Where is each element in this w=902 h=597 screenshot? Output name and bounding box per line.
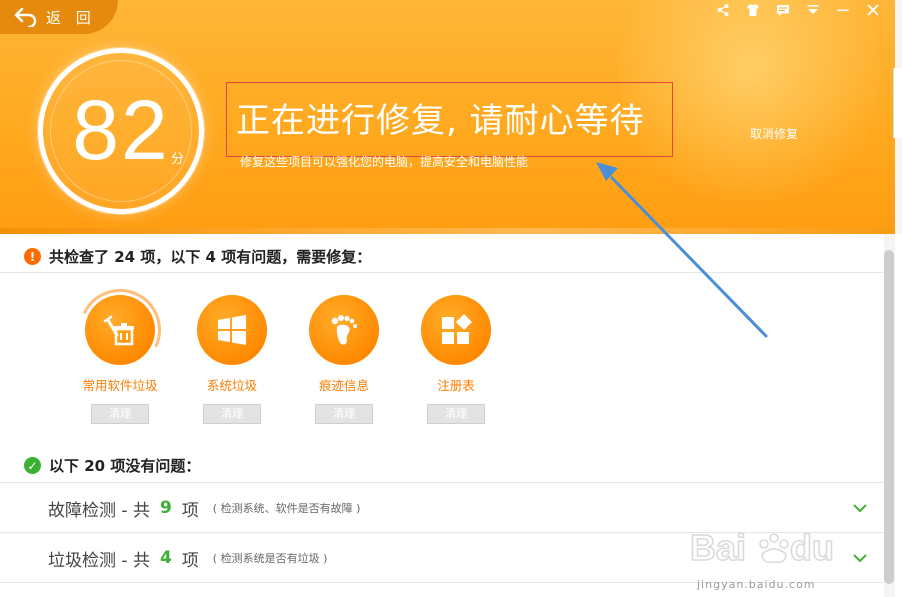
- menu-icon[interactable]: [806, 3, 820, 17]
- svg-text:du: du: [790, 527, 834, 568]
- back-label: 返 回: [46, 8, 96, 27]
- score-ring: 82 分: [38, 48, 204, 214]
- row-description: ( 检测系统、软件是否有故障 ): [212, 502, 361, 515]
- problem-item-label: 系统垃圾: [206, 378, 257, 393]
- problem-item-label: 常用软件垃圾: [82, 378, 158, 393]
- clean-button[interactable]: 清理: [427, 404, 485, 424]
- close-icon[interactable]: [866, 3, 880, 17]
- problem-item-registry[interactable]: 注册表 清理: [401, 295, 511, 424]
- problem-item-label: 注册表: [437, 378, 475, 393]
- warning-icon: !: [24, 248, 41, 265]
- windows-icon[interactable]: [197, 295, 267, 365]
- divider: [0, 482, 884, 483]
- row-unit: 项: [181, 550, 199, 571]
- app-window: 返 回 82 分 正在进行修复, 请耐心等待 修复这些项目可以强化您的电脑，提高…: [0, 0, 902, 597]
- back-button[interactable]: 返 回: [0, 0, 118, 34]
- problem-item-software[interactable]: 常用软件垃圾 清理: [65, 277, 175, 424]
- problems-heading-text: 共检查了 24 项，以下 4 项有问题，需要修复：: [49, 248, 372, 266]
- ok-heading-text: 以下 20 项没有问题：: [49, 457, 201, 475]
- page-title: 正在进行修复, 请耐心等待: [236, 101, 645, 141]
- problem-item-label: 痕迹信息: [318, 378, 369, 393]
- svg-text:Bai: Bai: [690, 527, 746, 568]
- clean-button[interactable]: 清理: [315, 404, 373, 424]
- back-arrow-icon: [14, 7, 37, 27]
- problem-item-system[interactable]: 系统垃圾 清理: [177, 295, 287, 424]
- footprint-icon[interactable]: [309, 295, 379, 365]
- row-unit: 项: [181, 500, 199, 521]
- problem-item-traces[interactable]: 痕迹信息 清理: [289, 295, 399, 424]
- row-name: 垃圾检测 - 共: [48, 550, 150, 571]
- row-count: 9: [159, 498, 172, 518]
- window-controls: [716, 3, 880, 17]
- scrollbar-thumb[interactable]: [884, 250, 894, 584]
- cancel-repair-button[interactable]: 取消修复: [750, 125, 798, 142]
- software-trash-icon[interactable]: [67, 277, 173, 383]
- message-icon[interactable]: [776, 3, 790, 17]
- ok-heading: ✓ 以下 20 项没有问题：: [24, 455, 200, 476]
- chevron-down-icon[interactable]: [852, 500, 868, 516]
- shirt-icon[interactable]: [746, 3, 760, 17]
- divider: [0, 272, 884, 273]
- progress-arc: [67, 277, 173, 383]
- watermark-text: jingyan.baidu.com: [697, 578, 816, 591]
- score-unit: 分: [171, 152, 185, 167]
- header-banner: 返 回 82 分 正在进行修复, 请耐心等待 修复这些项目可以强化您的电脑，提高…: [0, 0, 902, 234]
- share-icon[interactable]: [716, 3, 730, 17]
- clean-button[interactable]: 清理: [91, 404, 149, 424]
- clean-button[interactable]: 清理: [203, 404, 261, 424]
- background-window-edge: [893, 68, 902, 138]
- registry-icon[interactable]: [421, 295, 491, 365]
- page-subtitle: 修复这些项目可以强化您的电脑，提高安全和电脑性能: [240, 155, 529, 169]
- problems-heading: ! 共检查了 24 项，以下 4 项有问题，需要修复：: [24, 246, 371, 267]
- minimize-icon[interactable]: [836, 3, 850, 17]
- check-icon: ✓: [24, 457, 41, 474]
- row-description: ( 检测系统是否有垃圾 ): [212, 552, 328, 565]
- row-count: 4: [159, 548, 172, 568]
- row-name: 故障检测 - 共: [48, 500, 150, 521]
- baidu-watermark-logo: Bai du: [690, 526, 835, 569]
